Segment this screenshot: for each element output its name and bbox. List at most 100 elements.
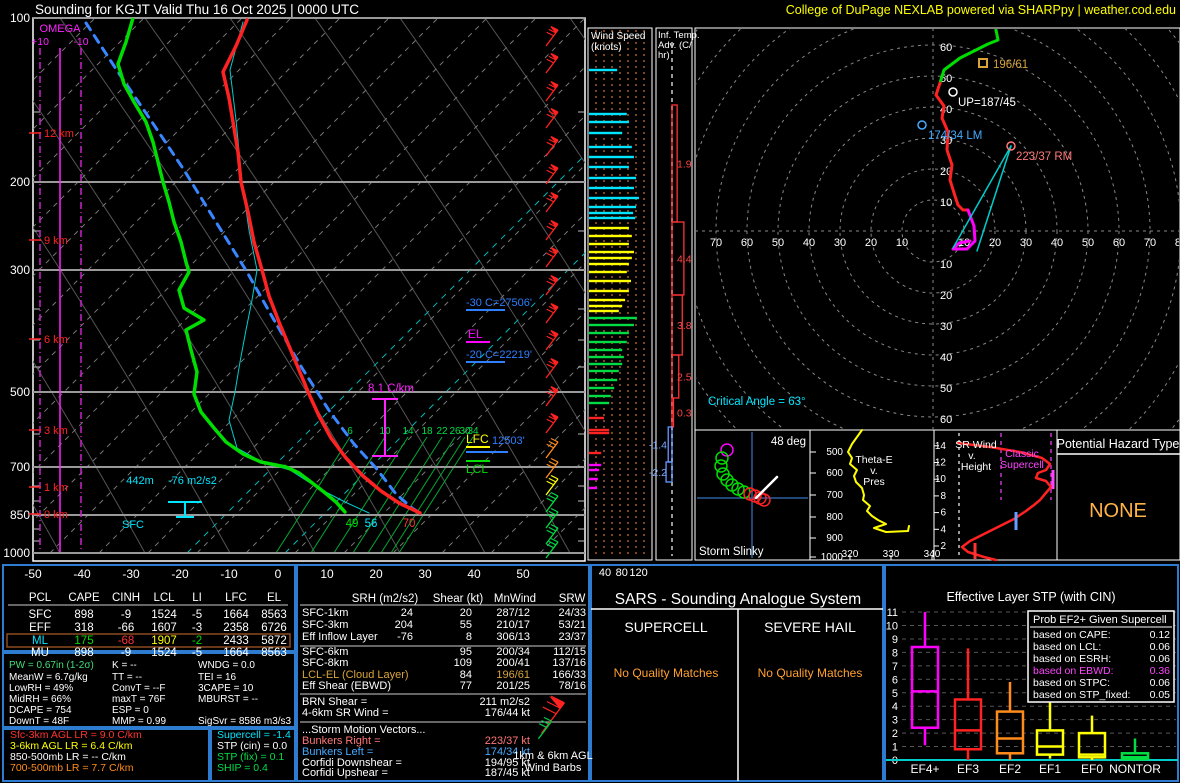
stp-legend-label: based on CAPE: [1033,629,1111,641]
pcl-cell: 175 [74,635,93,647]
temp-axis-label: 40 [467,567,481,581]
height-label: 1 km [44,482,68,494]
pcl-cell: 2358 [223,622,249,634]
pcl-cell: MU [31,647,49,659]
pcl-cell: -68 [118,635,135,647]
temp-axis-label: -30 [122,567,140,581]
hazard-value: NONE [1089,500,1147,522]
stp-y-label: 10 [886,621,898,633]
pressure-label: 500 [10,385,30,399]
wind-speed-bar [589,348,623,352]
srwind-y-label: 2 [940,541,946,552]
srh-row-label: SFC-3km [302,619,348,631]
srh-cell: 23/37 [558,631,586,643]
wind-speed-bar [589,165,629,169]
stp-category-label: EF0 [1081,762,1103,776]
stp-category-label: EF3 [957,762,979,776]
mixing-ratio-label: 14 [402,426,414,437]
srwind-title-1: SR Wind [955,439,997,451]
sars-supercell-header: SUPERCELL [624,619,707,635]
thetae-y-label: 900 [826,533,843,544]
wind-speed-bar [589,316,637,320]
thermo-index: MeanW = 6.7g/kg [9,672,88,683]
wind-speed-bar [589,331,629,335]
barb-caption-2: Wind Barbs [525,762,582,774]
wind-speed-bar [589,401,610,405]
pcl-header: CAPE [68,592,100,604]
sars-title: SARS - Sounding Analogue System [615,591,861,608]
pcl-cell: 1524 [151,647,177,659]
wind-speed-bar [589,468,600,472]
thermo-index: TEI = 16 [198,672,237,683]
sfc-temp-value: 70 [403,518,416,530]
sars-hail-result: No Quality Matches [758,666,863,680]
hodo-marker-label: 196/61 [993,59,1028,71]
lcl-label: LCL [466,462,488,476]
srh-cell: 24/33 [558,607,586,619]
hodo-ring-label: 70 [1144,237,1156,249]
lapse-rates: Sfc-3km AGL LR = 9.0 C/km3-6km AGL LR = … [10,729,142,774]
stp-legend-label: based on ESRH: [1033,653,1111,665]
srh-row-label: SFC-1km [302,607,348,619]
srwind-title-3: Height [961,461,991,473]
pressure-label: 200 [10,175,30,189]
stp-y-label: 2 [892,728,898,740]
wind-speed-bar [589,298,626,302]
pcl-cell: 898 [74,647,93,659]
height-label: 9 km [44,235,68,247]
sars-hail-header: SEVERE HAIL [764,619,856,635]
thermo-index: ESP = 0 [112,705,149,716]
lfc-label: LFC [466,432,489,446]
pcl-cell: 6726 [261,622,287,634]
wind-speed-bar [589,355,624,359]
hodo-ring-label: 40 [1051,237,1063,249]
stp-title: Effective Layer STP (with CIN) [946,590,1115,604]
wind-speed-bar [589,256,632,260]
sfc-label: SFC [122,519,144,531]
thermo-index: DownT = 48F [9,716,69,727]
stp-legend-value: 0.05 [1150,689,1171,701]
wind-speed-bar [589,477,598,481]
srh-row-label: SFC-8km [302,657,348,669]
srh-header: MnWind [494,593,536,605]
hazard-title: Potential Hazard Type [1057,437,1180,451]
wind-speed-bar [589,451,602,455]
stp-category-label: NONTOR [1109,762,1161,776]
thermo-index: K = -- [112,660,137,671]
wind-speed-bar [589,340,627,344]
srh-cell: 204 [395,619,413,631]
pcl-cell: 1664 [223,609,249,621]
barb-caption-1: 1km & 6km AGL [513,750,592,762]
storm-motion-label: Corfidi Upshear = [302,767,388,779]
wind-speed-bar [589,120,629,124]
omega-title: OMEGA [40,23,82,35]
srh-row-label: Eff Shear (EBWD) [302,680,391,692]
critical-angle-label: Critical Angle = 63° [708,396,806,408]
stp-legend-title: Prob EF2+ Given Supercell [1033,614,1167,626]
hodo-ring-label: 60 [940,414,952,426]
stp-legend-value: 0.06 [1150,653,1171,665]
inflow-srh-label: -76 m2/s2 [168,475,217,487]
wind-speed-bar [589,386,615,390]
hodo-ring-label: 30 [940,321,952,333]
page-title: Sounding for KGJT Valid Thu 16 Oct 2025 … [35,2,359,17]
stp-category-label: EF2 [999,762,1021,776]
pcl-header: LCL [153,592,175,604]
wind-speed-bar [589,234,632,238]
wind-speed-bar [589,279,631,283]
advection-value: 3.8 [677,320,692,332]
slinky-angle-value: 48 deg [771,436,806,448]
hodo-marker-label: UP=187/45 [958,97,1016,109]
wind-speed-bar [589,289,629,293]
wind-speed-bar [589,486,597,490]
thermo-index: ConvT = --F [112,683,165,694]
wind-speed-bar [589,304,623,308]
mixing-ratio-label: 22 [436,426,448,437]
lfc-height-label: 12503' [492,435,525,447]
pcl-cell: EFF [29,622,51,634]
wind-speed-bar [589,211,634,215]
thetae-y-label: 700 [826,490,843,501]
pcl-cell: 8563 [261,647,287,659]
wind-speed-bar [589,186,634,190]
srh-cell: -76 [397,631,413,643]
